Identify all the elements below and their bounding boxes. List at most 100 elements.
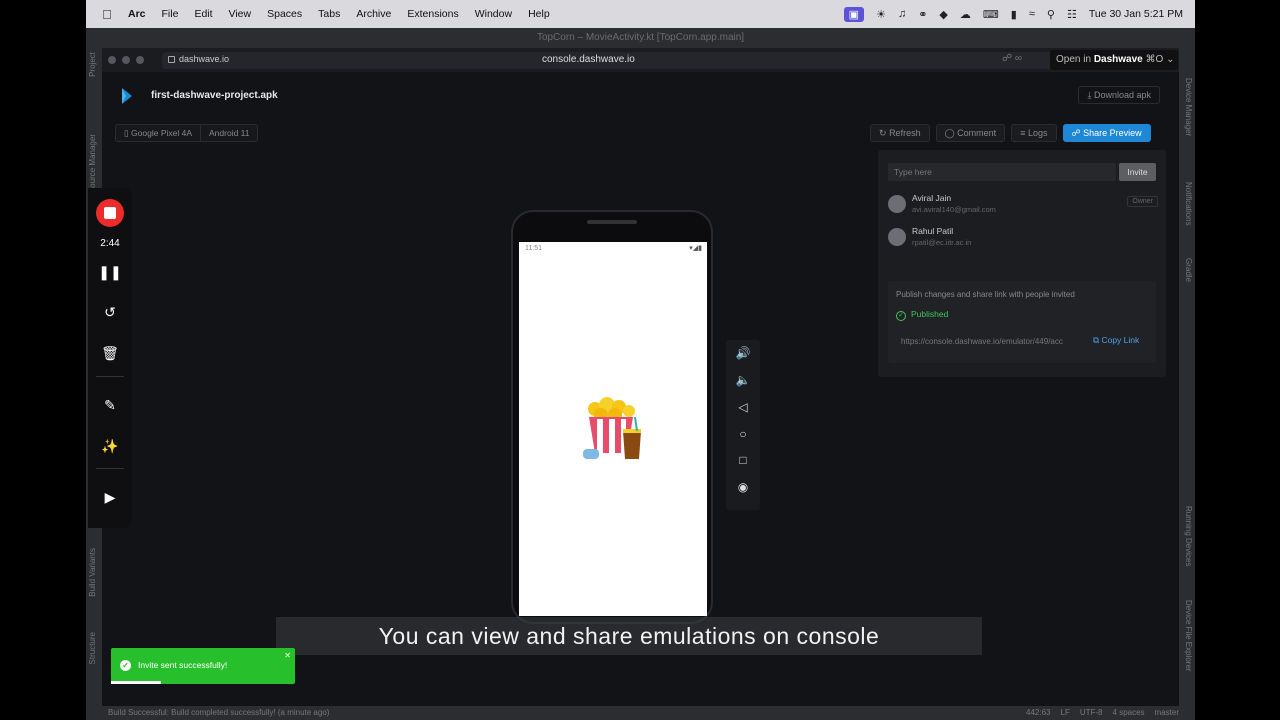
ide-status-bar: Build Successful: Build completed succes… bbox=[86, 706, 1195, 720]
logs-label: Logs bbox=[1027, 128, 1048, 138]
volume-down-icon[interactable]: 🔈 bbox=[726, 370, 760, 390]
site-tab[interactable]: dashwave.io bbox=[168, 54, 229, 64]
tool-gradle[interactable]: Gradle bbox=[1184, 258, 1193, 282]
menu-help[interactable]: Help bbox=[520, 8, 558, 20]
app-header: first-dashwave-project.apk ⤓ Download ap… bbox=[102, 72, 1179, 118]
comment-button[interactable]: ◯ Comment bbox=[935, 124, 1006, 142]
device-model-label: Google Pixel 4A bbox=[131, 128, 192, 138]
cursor-position[interactable]: 442:63 bbox=[1026, 708, 1050, 717]
share-icon: ☍ bbox=[1071, 128, 1081, 138]
control-center-icon[interactable]: ☷ bbox=[1067, 8, 1077, 21]
tool-running-devices[interactable]: Running Devices bbox=[1184, 506, 1193, 566]
url-text[interactable]: console.dashwave.io bbox=[542, 54, 635, 65]
logs-button[interactable]: ≡ Logs bbox=[1011, 124, 1057, 142]
menu-bar-status: ▣ ☀ ♫ ⚭ ◆ ☁ ⌨ ▮ ≈ ⚲ ☷ Tue 30 Jan 5:21 PM bbox=[843, 0, 1183, 28]
share-panel: Invite Aviral Jain avi.aviral140@gmail.c… bbox=[878, 150, 1166, 377]
device-model[interactable]: ▯ Google Pixel 4A bbox=[115, 124, 201, 142]
invite-input[interactable] bbox=[888, 163, 1116, 181]
window-zoom-button[interactable] bbox=[136, 56, 144, 64]
tool-build-variants[interactable]: Build Variants bbox=[88, 548, 97, 597]
camera-icon[interactable]: ▶ bbox=[96, 485, 124, 509]
copy-link-label: Copy Link bbox=[1101, 335, 1140, 345]
open-in-app-button[interactable]: Open in Dashwave ⌘O ⌄ bbox=[1050, 50, 1178, 70]
screen-record-icon[interactable]: ▣ bbox=[843, 6, 865, 22]
toast-message: Invite sent successfully! bbox=[138, 660, 228, 670]
download-apk-button[interactable]: ⤓ Download apk bbox=[1078, 86, 1160, 104]
tool-device-manager[interactable]: Device Manager bbox=[1184, 78, 1193, 136]
diamond-icon[interactable]: ◆ bbox=[939, 8, 947, 21]
check-circle-icon: ✓ bbox=[896, 311, 906, 321]
phone-status-icons: ▾◢▮ bbox=[689, 245, 702, 252]
git-branch[interactable]: master bbox=[1155, 708, 1179, 717]
menu-spaces[interactable]: Spaces bbox=[259, 8, 310, 20]
magic-wand-icon[interactable]: ✨ bbox=[96, 434, 124, 458]
menu-app-name[interactable]: Arc bbox=[120, 8, 154, 20]
menu-edit[interactable]: Edit bbox=[186, 8, 220, 20]
link-icon[interactable]: ☍ ∞ bbox=[1002, 53, 1022, 64]
indent-setting[interactable]: 4 spaces bbox=[1113, 708, 1145, 717]
apple-menu-icon[interactable]:  bbox=[94, 7, 120, 22]
pencil-icon[interactable]: ✎ bbox=[96, 393, 124, 417]
project-name: first-dashwave-project.apk bbox=[151, 90, 278, 101]
brightness-icon[interactable]: ☀ bbox=[876, 8, 886, 21]
tool-device-file-explorer[interactable]: Device File Explorer bbox=[1184, 600, 1193, 672]
pause-icon[interactable]: ❚❚ bbox=[96, 260, 124, 284]
battery-icon[interactable]: ▮ bbox=[1011, 8, 1017, 21]
menu-tabs[interactable]: Tabs bbox=[310, 8, 348, 20]
build-status-message[interactable]: Build Successful: Build completed succes… bbox=[108, 708, 329, 717]
menu-file[interactable]: File bbox=[154, 8, 187, 20]
browser-window: dashwave.io console.dashwave.io ☍ ∞ Open… bbox=[102, 48, 1179, 708]
member-email: avi.aviral140@gmail.com bbox=[912, 205, 996, 214]
menu-clock[interactable]: Tue 30 Jan 5:21 PM bbox=[1089, 8, 1183, 20]
keyboard-icon[interactable]: ⌨ bbox=[983, 8, 999, 21]
open-in-app-name: Dashwave bbox=[1093, 54, 1143, 65]
share-preview-label: Share Preview bbox=[1083, 128, 1142, 138]
line-separator[interactable]: LF bbox=[1061, 708, 1070, 717]
menu-archive[interactable]: Archive bbox=[348, 8, 399, 20]
stop-recording-button[interactable] bbox=[96, 199, 124, 227]
menu-window[interactable]: Window bbox=[467, 8, 520, 20]
phone-screen[interactable]: 11:51 ▾◢▮ bbox=[519, 242, 707, 616]
file-encoding[interactable]: UTF-8 bbox=[1080, 708, 1103, 717]
tool-structure[interactable]: Structure bbox=[88, 632, 97, 664]
share-preview-button[interactable]: ☍ Share Preview bbox=[1062, 124, 1151, 142]
screen-recorder-panel: 2:44 ❚❚ ↺ 🗑 ✎ ✨ ▶ bbox=[88, 188, 132, 528]
menu-extensions[interactable]: Extensions bbox=[399, 8, 466, 20]
wifi-icon[interactable]: ≈ bbox=[1029, 8, 1035, 20]
overview-icon[interactable]: □ bbox=[726, 450, 760, 470]
invite-button[interactable]: Invite bbox=[1119, 163, 1156, 181]
home-icon[interactable]: ○ bbox=[726, 424, 760, 444]
ide-title-bar: TopCorn – MovieActivity.kt [TopCorn.app.… bbox=[86, 28, 1195, 48]
screenshot-icon[interactable]: ◉ bbox=[726, 477, 760, 497]
guitar-icon[interactable]: ♫ bbox=[898, 8, 906, 20]
phone-speaker bbox=[587, 220, 637, 224]
back-icon[interactable]: ◁ bbox=[726, 397, 760, 417]
android-version[interactable]: Android 11 bbox=[201, 124, 259, 142]
headphones-icon[interactable]: ⚭ bbox=[918, 8, 927, 21]
cloud-icon[interactable]: ☁ bbox=[960, 8, 971, 21]
restart-icon[interactable]: ↺ bbox=[96, 300, 124, 324]
refresh-icon: ↻ bbox=[879, 128, 887, 138]
tool-notifications[interactable]: Notifications bbox=[1184, 182, 1193, 226]
menu-view[interactable]: View bbox=[221, 8, 260, 20]
ide-right-tool-strip: Device Manager Notifications Gradle Runn… bbox=[1179, 48, 1195, 708]
refresh-button[interactable]: ↻ Refresh bbox=[870, 124, 930, 142]
comment-label: Comment bbox=[957, 128, 997, 138]
preview-toolbar: ↻ Refresh ◯ Comment ≡ Logs ☍ Share Previ… bbox=[870, 124, 1151, 142]
window-minimize-button[interactable] bbox=[122, 56, 130, 64]
window-close-button[interactable] bbox=[108, 56, 116, 64]
browser-toolbar: dashwave.io console.dashwave.io ☍ ∞ Open… bbox=[102, 48, 1179, 72]
chevron-down-icon: ⌄ bbox=[1166, 54, 1175, 65]
tool-project[interactable]: Project bbox=[88, 52, 97, 77]
member-name: Rahul Patil bbox=[912, 226, 954, 236]
check-icon: ✓ bbox=[120, 660, 131, 671]
device-selector[interactable]: ▯ Google Pixel 4A Android 11 bbox=[115, 124, 259, 142]
trash-icon[interactable]: 🗑 bbox=[96, 341, 124, 365]
close-icon[interactable]: ✕ bbox=[284, 651, 291, 660]
copy-link-button[interactable]: ⧉ Copy Link bbox=[1093, 335, 1139, 346]
success-toast: ✓ Invite sent successfully! ✕ bbox=[111, 648, 295, 684]
volume-up-icon[interactable]: 🔊 bbox=[726, 343, 760, 363]
phone-controls: 🔊 🔈 ◁ ○ □ ◉ bbox=[726, 340, 760, 510]
search-icon[interactable]: ⚲ bbox=[1047, 8, 1055, 21]
share-link[interactable]: https://console.dashwave.io/emulator/449… bbox=[901, 337, 1081, 346]
